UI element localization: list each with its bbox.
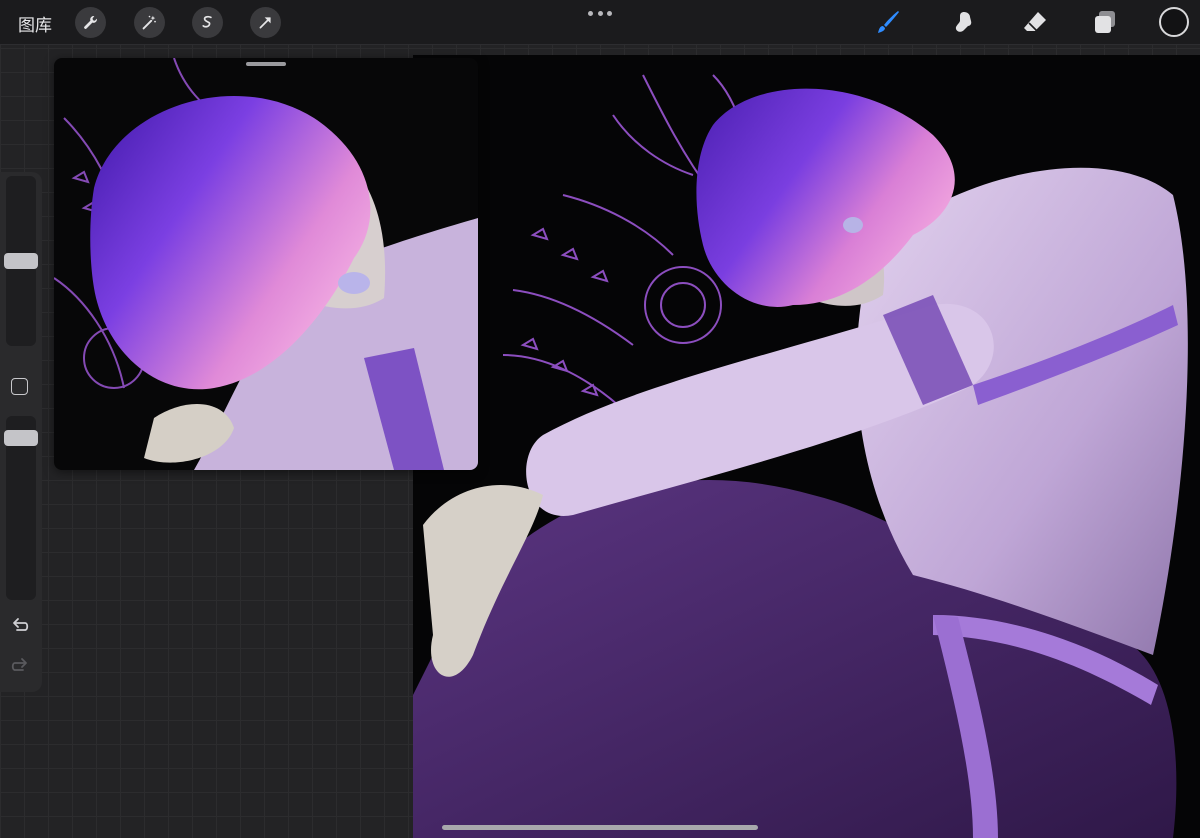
magic-wand-icon [142, 15, 156, 30]
reference-window[interactable] [54, 58, 478, 470]
reference-image [54, 58, 478, 470]
color-swatch[interactable] [1159, 7, 1189, 37]
opacity-thumb[interactable] [4, 430, 38, 446]
undo-icon[interactable] [9, 615, 31, 637]
top-toolbar: 图库 [0, 0, 1200, 45]
more-options-button[interactable] [588, 8, 612, 18]
transform-button[interactable] [250, 7, 281, 38]
selection-button[interactable] [192, 7, 223, 38]
adjustments-button[interactable] [134, 7, 165, 38]
brush-tool-button[interactable] [872, 6, 904, 38]
transform-arrow-icon [259, 17, 271, 29]
eraser-icon [1024, 12, 1046, 32]
dot-icon [588, 10, 593, 16]
wrench-icon [84, 16, 97, 29]
layers-icon [1095, 11, 1115, 33]
eraser-tool-button[interactable] [1019, 6, 1051, 38]
smudge-icon [955, 12, 972, 32]
opacity-slider[interactable] [4, 416, 38, 600]
brush-icon [878, 11, 899, 33]
gallery-button[interactable]: 图库 [18, 11, 52, 36]
smudge-tool-button[interactable] [948, 6, 980, 38]
eye-shape [843, 217, 863, 233]
procreate-workspace: 图库 [0, 0, 1200, 838]
reference-drag-handle[interactable] [246, 62, 286, 66]
dot-icon [607, 10, 612, 16]
artwork [413, 74, 1188, 838]
brush-size-thumb[interactable] [4, 253, 38, 269]
left-sidebar [0, 172, 42, 692]
redo-icon[interactable] [9, 655, 31, 677]
layers-button[interactable] [1089, 6, 1121, 38]
selection-icon [202, 15, 212, 28]
brush-size-slider[interactable] [4, 176, 38, 346]
modify-button[interactable] [11, 378, 28, 395]
dot-icon [597, 10, 603, 16]
drawing-canvas[interactable] [413, 55, 1200, 838]
home-indicator[interactable] [442, 825, 758, 830]
reference-eye [338, 272, 370, 294]
actions-button[interactable] [75, 7, 106, 38]
